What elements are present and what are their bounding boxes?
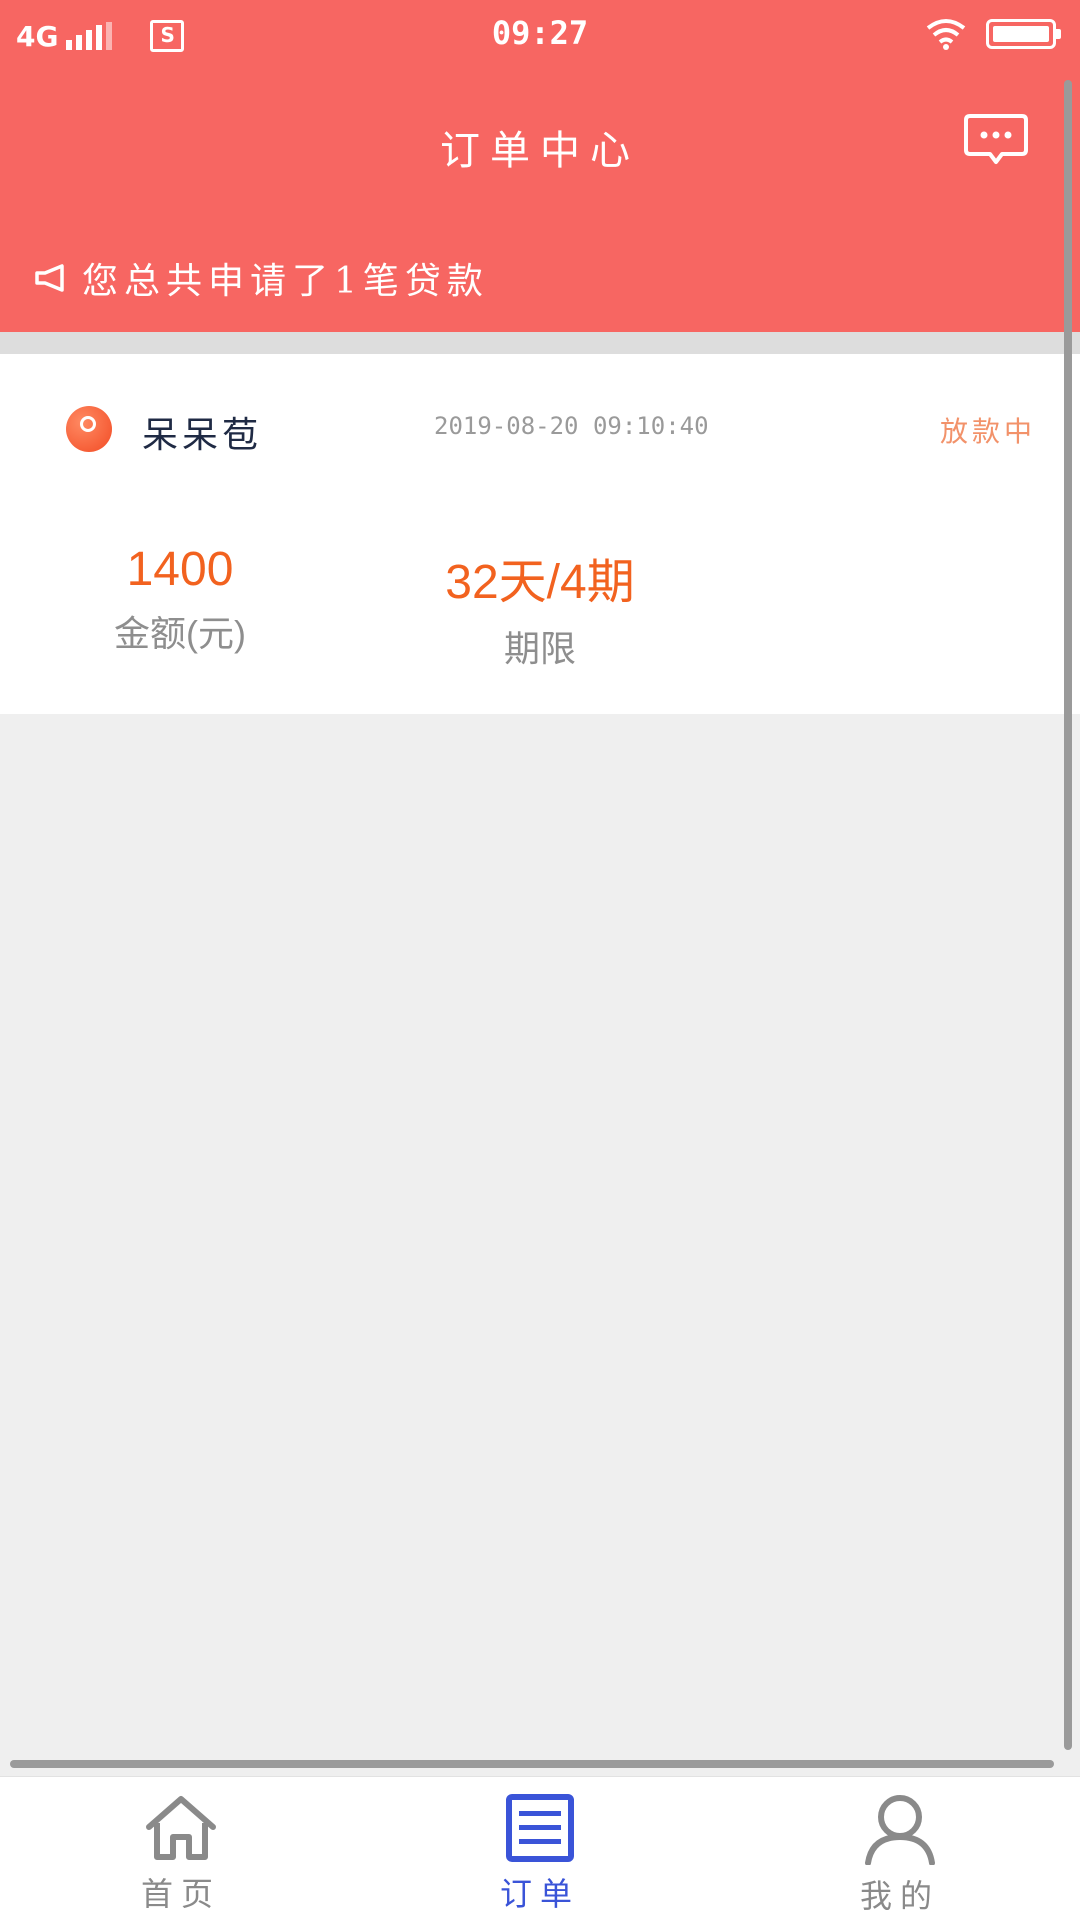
announcement-bar: 您总共申请了1笔贷款 xyxy=(34,252,489,304)
user-icon xyxy=(865,1795,935,1866)
status-right xyxy=(924,16,1061,52)
section-divider xyxy=(0,332,1080,354)
lender-logo xyxy=(66,406,112,452)
page-title: 订单中心 xyxy=(440,128,640,174)
tab-orders[interactable]: 订单 xyxy=(440,1793,640,1915)
term-label: 期限 xyxy=(503,628,576,669)
header: 4G 09:27 订单中心 您总共申 xyxy=(0,0,1080,332)
term-value: 32天/4期 xyxy=(445,556,635,609)
tab-mine[interactable]: 我的 xyxy=(800,1793,1000,1917)
status-bar: 4G 09:27 xyxy=(0,0,1080,70)
amount-stat: 1400 金额(元) xyxy=(60,542,300,657)
vertical-scrollbar[interactable] xyxy=(1064,80,1072,1750)
lender-name: 呆呆苞 xyxy=(142,415,263,456)
order-list-icon xyxy=(506,1794,574,1862)
home-icon xyxy=(146,1796,216,1860)
battery-icon xyxy=(986,19,1061,49)
tab-home-label: 首页 xyxy=(140,1875,221,1913)
clock: 09:27 xyxy=(491,14,589,52)
order-time: 2019-08-20 09:10:40 xyxy=(434,412,709,440)
tab-home[interactable]: 首页 xyxy=(81,1793,281,1915)
wifi-icon xyxy=(926,19,966,50)
announcement-text: 您总共申请了1笔贷款 xyxy=(82,261,489,302)
amount-value: 1400 xyxy=(126,543,234,596)
megaphone-icon xyxy=(35,264,64,292)
order-status: 放款中 xyxy=(939,415,1036,448)
term-stat: 32天/4期 期限 xyxy=(400,542,680,672)
amount-label: 金额(元) xyxy=(114,613,246,654)
horizontal-scrollbar[interactable] xyxy=(10,1760,1054,1768)
bottom-tab-bar: 首页 订单 我的 xyxy=(0,1776,1080,1921)
tab-mine-label: 我的 xyxy=(859,1877,940,1915)
order-card[interactable]: 呆呆苞 2019-08-20 09:10:40 放款中 1400 金额(元) 3… xyxy=(0,354,1080,714)
chat-dots-icon[interactable] xyxy=(964,112,1028,170)
tab-orders-label: 订单 xyxy=(499,1875,580,1913)
